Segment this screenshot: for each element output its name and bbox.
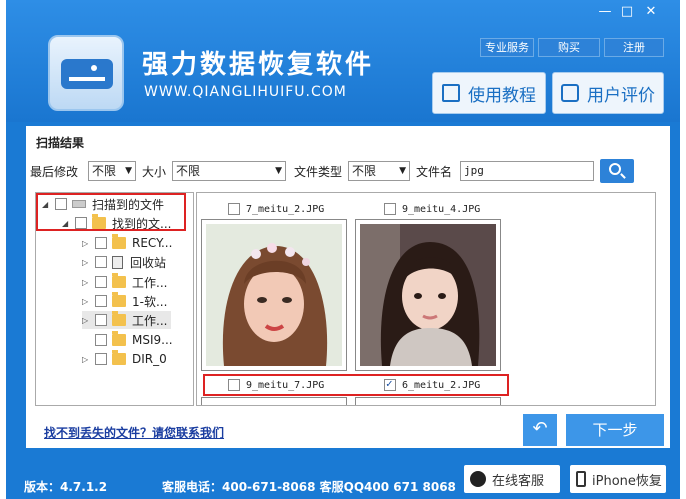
file-item[interactable]: 9_meitu_4.JPG bbox=[381, 200, 480, 218]
thumbnail-frame[interactable] bbox=[355, 397, 501, 405]
thumbnail-frame[interactable] bbox=[355, 219, 501, 371]
expand-icon[interactable]: ▷ bbox=[82, 316, 92, 325]
tree-label: 工作... bbox=[132, 275, 168, 290]
thumbnail-frame[interactable] bbox=[201, 219, 347, 371]
reviews-button[interactable]: 用户评价 bbox=[552, 72, 664, 114]
search-button[interactable] bbox=[600, 159, 634, 183]
checkbox[interactable] bbox=[95, 295, 107, 307]
tree-label: RECY... bbox=[132, 236, 173, 250]
tutorial-button[interactable]: 使用教程 bbox=[432, 72, 546, 114]
photo-thumbnail bbox=[206, 224, 342, 366]
hard-drive-icon bbox=[61, 59, 113, 89]
tree-label: 1-软... bbox=[132, 294, 168, 309]
expand-icon[interactable]: ▷ bbox=[82, 355, 92, 364]
minimize-icon[interactable]: — bbox=[594, 4, 616, 20]
buy-button[interactable]: 购买 bbox=[538, 38, 600, 57]
checkbox[interactable] bbox=[228, 203, 240, 215]
tree-item[interactable]: MSI9... bbox=[82, 331, 173, 349]
modified-select[interactable]: 不限 bbox=[88, 161, 136, 181]
checkbox[interactable] bbox=[95, 237, 107, 249]
folder-icon bbox=[112, 350, 126, 365]
expand-icon[interactable]: ▷ bbox=[82, 239, 92, 248]
search-icon bbox=[609, 163, 621, 175]
checkbox[interactable] bbox=[95, 256, 107, 268]
folder-icon bbox=[112, 234, 126, 249]
recycle-bin-icon bbox=[112, 255, 123, 269]
tree-item[interactable]: ▷ 1-软... bbox=[82, 292, 167, 310]
app-logo bbox=[48, 35, 124, 111]
checkbox[interactable] bbox=[95, 276, 107, 288]
close-icon[interactable]: ✕ bbox=[640, 4, 662, 20]
phone-text: 客服电话：400-671-8068 客服QQ400 671 8068 bbox=[162, 480, 456, 494]
highlight-box bbox=[36, 193, 186, 231]
maximize-icon[interactable]: □ bbox=[616, 4, 638, 20]
photo-thumbnail bbox=[360, 224, 496, 366]
iphone-recovery-label: iPhone恢复 bbox=[592, 473, 662, 489]
reviews-label: 用户评价 bbox=[587, 85, 655, 106]
iphone-recovery-button[interactable]: iPhone恢复 bbox=[570, 465, 666, 493]
tree-item[interactable]: ▷ 回收站 bbox=[82, 253, 166, 271]
filename-input[interactable]: jpg bbox=[460, 161, 594, 181]
type-select[interactable]: 不限 bbox=[348, 161, 410, 181]
size-label: 大小 bbox=[142, 165, 167, 179]
checkbox[interactable] bbox=[95, 353, 107, 365]
back-arrow-icon: ↶ bbox=[532, 418, 548, 439]
header: — □ ✕ 强力数据恢复软件 WWW.QIANGLIHUIFU.COM 专业服务… bbox=[6, 0, 680, 122]
section-title: 扫描结果 bbox=[36, 136, 85, 150]
checkbox[interactable] bbox=[384, 203, 396, 215]
size-select[interactable]: 不限 bbox=[172, 161, 286, 181]
online-service-label: 在线客服 bbox=[492, 473, 545, 489]
tutorial-label: 使用教程 bbox=[468, 85, 536, 106]
tree-label: MSI9... bbox=[132, 333, 173, 347]
filename-label: 文件名 bbox=[416, 165, 453, 179]
checkbox[interactable] bbox=[95, 314, 107, 326]
register-button[interactable]: 注册 bbox=[604, 38, 664, 57]
back-button[interactable]: ↶ bbox=[523, 414, 557, 446]
expand-icon[interactable]: ▷ bbox=[82, 297, 92, 306]
tree-label: 工作... bbox=[132, 313, 168, 328]
version-text: 版本：4.7.1.2 bbox=[24, 480, 108, 494]
phone-icon bbox=[576, 471, 586, 487]
highlight-box bbox=[203, 374, 509, 396]
expand-icon[interactable]: ▷ bbox=[82, 278, 92, 287]
qq-icon bbox=[470, 471, 486, 487]
next-button[interactable]: 下一步 bbox=[566, 414, 664, 446]
thumbnail-frame[interactable] bbox=[201, 397, 347, 405]
folder-icon bbox=[112, 292, 126, 307]
tree-label: 回收站 bbox=[130, 255, 167, 270]
tree-item[interactable]: ▷ DIR_0 bbox=[82, 350, 167, 368]
checkbox[interactable] bbox=[95, 334, 107, 346]
file-grid: 7_meitu_2.JPG 9_meitu_4.JPG 9_meitu_7.JP… bbox=[196, 192, 656, 406]
pro-service-button[interactable]: 专业服务 bbox=[480, 38, 534, 57]
chat-bubble-icon bbox=[561, 84, 579, 102]
type-label: 文件类型 bbox=[294, 165, 343, 179]
website-url: WWW.QIANGLIHUIFU.COM bbox=[144, 84, 347, 100]
tree-item[interactable]: ▷ 工作... bbox=[82, 273, 167, 291]
modified-label: 最后修改 bbox=[30, 165, 79, 179]
file-name: 7_meitu_2.JPG bbox=[246, 203, 325, 215]
app-window: — □ ✕ 强力数据恢复软件 WWW.QIANGLIHUIFU.COM 专业服务… bbox=[6, 0, 680, 499]
expand-icon[interactable]: ▷ bbox=[82, 258, 92, 267]
app-title: 强力数据恢复软件 bbox=[142, 50, 375, 80]
file-item[interactable]: 7_meitu_2.JPG bbox=[225, 200, 324, 218]
folder-icon bbox=[112, 331, 126, 346]
tree-item-selected[interactable]: ▷ 工作... bbox=[82, 311, 172, 329]
tree-item[interactable]: ▷ RECY... bbox=[82, 234, 172, 252]
document-icon bbox=[442, 84, 460, 102]
file-name: 9_meitu_4.JPG bbox=[402, 203, 481, 215]
folder-icon bbox=[112, 273, 126, 288]
main-panel: 扫描结果 最后修改 不限 大小 不限 文件类型 不限 文件名 jpg ◢ 扫描到… bbox=[26, 126, 670, 448]
tree-label: DIR_0 bbox=[132, 352, 167, 366]
online-service-button[interactable]: 在线客服 bbox=[464, 465, 560, 493]
contact-us-link[interactable]: 找不到丢失的文件？请您联系我们 bbox=[44, 424, 224, 441]
folder-icon bbox=[112, 311, 126, 326]
